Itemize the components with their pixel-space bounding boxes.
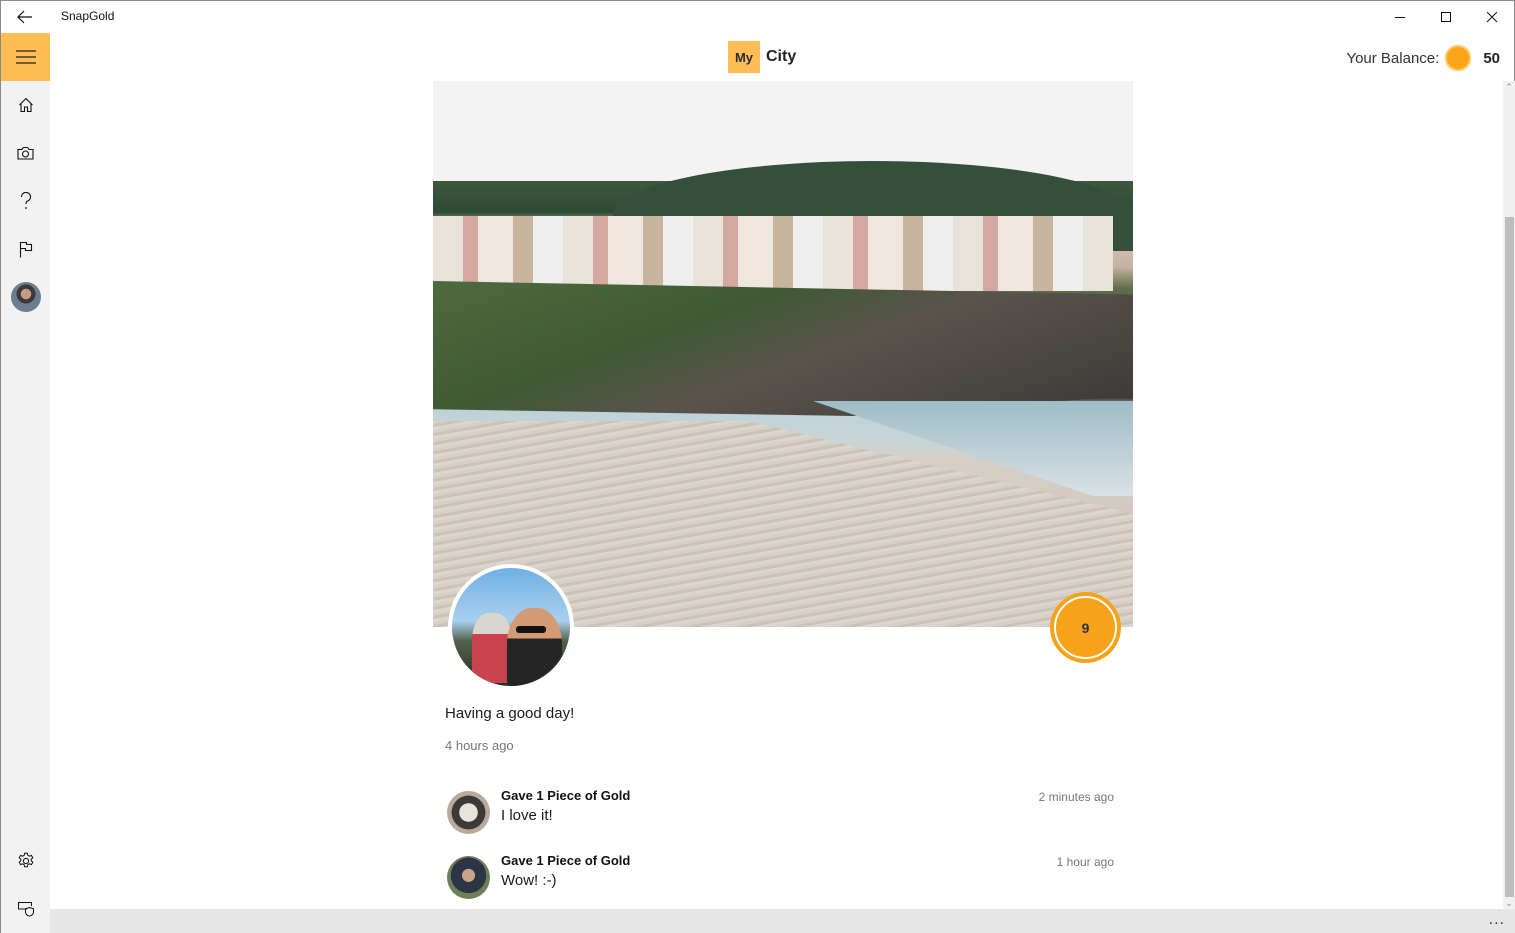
gear-icon: [18, 852, 33, 868]
comment-time: 2 minutes ago: [1038, 790, 1114, 804]
comment-item: Gave 1 Piece of Gold I love it! 2 minute…: [447, 788, 1117, 836]
sidebar-item-settings[interactable]: [1, 837, 50, 885]
gold-count: 9: [1081, 619, 1090, 636]
back-button[interactable]: [1, 1, 49, 33]
sidebar-item-camera[interactable]: [1, 129, 50, 177]
vertical-scrollbar[interactable]: ⌃ ⌄: [1503, 81, 1515, 909]
maximize-button[interactable]: [1423, 1, 1469, 33]
sidebar-item-privacy[interactable]: [1, 885, 50, 933]
scroll-thumb[interactable]: [1505, 217, 1514, 897]
home-icon: [18, 97, 33, 113]
title-bar: SnapGold: [1, 1, 1514, 33]
post-timestamp: 4 hours ago: [445, 738, 514, 753]
minimize-icon: [1395, 17, 1405, 18]
app-window: SnapGold My City Your Balance: 50 9 Havi…: [0, 0, 1515, 933]
scroll-down-icon[interactable]: ⌄: [1503, 897, 1515, 909]
back-arrow-icon: [17, 10, 32, 24]
balance-label: Your Balance:: [1346, 49, 1440, 67]
more-options-button[interactable]: ...: [1489, 911, 1505, 929]
comment-text: I love it!: [501, 807, 553, 824]
comment-time: 1 hour ago: [1056, 855, 1114, 869]
poster-avatar[interactable]: [448, 564, 574, 690]
comment-title: Gave 1 Piece of Gold: [501, 788, 631, 803]
help-icon: [20, 192, 31, 209]
commenter-avatar[interactable]: [447, 791, 490, 834]
balance-display: Your Balance: 50: [1346, 45, 1500, 71]
gold-coin-icon: [1445, 45, 1472, 71]
close-icon: [1486, 11, 1498, 23]
hamburger-button[interactable]: [1, 33, 50, 81]
sidebar: [1, 33, 50, 933]
sidebar-item-profile[interactable]: [1, 273, 50, 321]
comment-item: Gave 1 Piece of Gold Wow! :-) 1 hour ago: [447, 853, 1117, 901]
title-prefix: My: [728, 41, 760, 73]
post-photo[interactable]: [433, 81, 1133, 627]
title-text: City: [766, 48, 797, 65]
sidebar-item-report[interactable]: [1, 225, 50, 273]
comment-title: Gave 1 Piece of Gold: [501, 853, 631, 868]
bottom-app-bar: ...: [50, 909, 1515, 933]
commenter-avatar[interactable]: [447, 856, 490, 899]
post-caption: Having a good day!: [445, 705, 575, 722]
minimize-button[interactable]: [1377, 1, 1423, 33]
app-title: SnapGold: [61, 9, 115, 23]
maximize-icon: [1441, 12, 1451, 22]
balance-value: 50: [1483, 49, 1500, 67]
comment-text: Wow! :-): [501, 872, 557, 889]
close-button[interactable]: [1469, 1, 1515, 33]
avatar: [10, 282, 41, 312]
hamburger-icon: [15, 50, 36, 64]
flag-icon: [19, 241, 32, 257]
camera-icon: [17, 146, 34, 160]
gold-count-badge[interactable]: 9: [1050, 592, 1121, 663]
page-title: My City: [728, 41, 796, 73]
sidebar-item-help[interactable]: [1, 177, 50, 225]
device-shield-icon: [17, 902, 34, 917]
sidebar-item-home[interactable]: [1, 81, 50, 129]
scroll-up-icon[interactable]: ⌃: [1503, 81, 1515, 93]
